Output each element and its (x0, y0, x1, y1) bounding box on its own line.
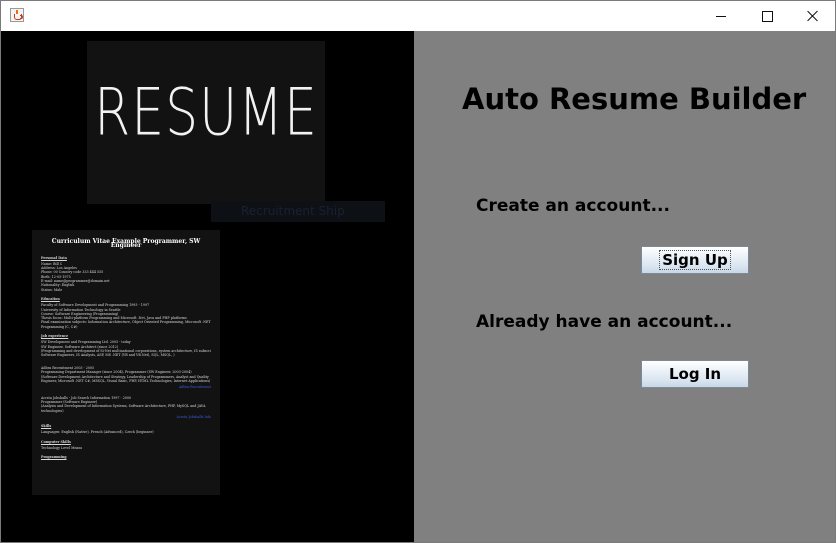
log-in-button[interactable]: Log In (641, 360, 749, 388)
cv-text-line: Status: Male (41, 287, 63, 292)
java-cup-icon[interactable] (10, 8, 24, 22)
existing-account-label: Already have an account... (476, 312, 733, 332)
cv-text-line: technologies) (41, 408, 64, 413)
page-title: Auto Resume Builder (462, 82, 807, 116)
cv-link: Acrsta Jobshalls Info (176, 414, 211, 419)
cv-text-line: Programming (C, C#) (41, 324, 78, 329)
cv-section-heading: Skills (41, 424, 52, 429)
close-icon (807, 10, 819, 22)
maximize-button[interactable] (744, 1, 790, 31)
minimize-icon (716, 15, 726, 17)
log-in-button-label: Log In (668, 365, 722, 383)
cv-section-heading: Education (41, 296, 60, 301)
close-button[interactable] (790, 1, 835, 31)
resume-banner-image: RESUME (87, 41, 325, 204)
title-bar[interactable] (1, 1, 835, 31)
maximize-icon (761, 10, 773, 22)
cv-text-line: Languages: English (Native), French (Adv… (41, 430, 154, 435)
cv-section-heading: Personal Data (41, 255, 67, 260)
cv-body: Personal Data Name: Bill C Address: Los An… (41, 256, 211, 460)
sign-up-button[interactable]: Sign Up (641, 246, 749, 274)
cv-text-line: Engineer, Microsoft .NET C#, MSSQL, Visu… (41, 379, 211, 384)
resume-banner-text: RESUME (94, 75, 318, 151)
cv-text-line: Technology Level Means (41, 445, 83, 450)
cv-section-heading: Programming (41, 455, 67, 460)
cv-example-image: Curriculum Vitae Example Programmer, SW … (32, 230, 220, 495)
cv-title: Curriculum Vitae Example Programmer, SW … (51, 238, 201, 250)
sign-up-button-label: Sign Up (659, 250, 731, 270)
banner-strip-text: Recruitment Ship (241, 204, 345, 218)
app-window: RESUME Recruitment Ship Curriculum Vitae… (0, 0, 836, 543)
right-action-panel: Auto Resume Builder Create an account...… (414, 31, 835, 542)
cv-text-line: (Analysis and Development of Information… (41, 404, 206, 409)
create-account-label: Create an account... (476, 196, 670, 216)
left-image-panel: RESUME Recruitment Ship Curriculum Vitae… (1, 31, 414, 542)
cv-section-heading: Computer Skills (41, 439, 71, 444)
cv-section-heading: Job experience (41, 334, 69, 339)
minimize-button[interactable] (698, 1, 744, 31)
banner-strip: Recruitment Ship (211, 201, 385, 222)
